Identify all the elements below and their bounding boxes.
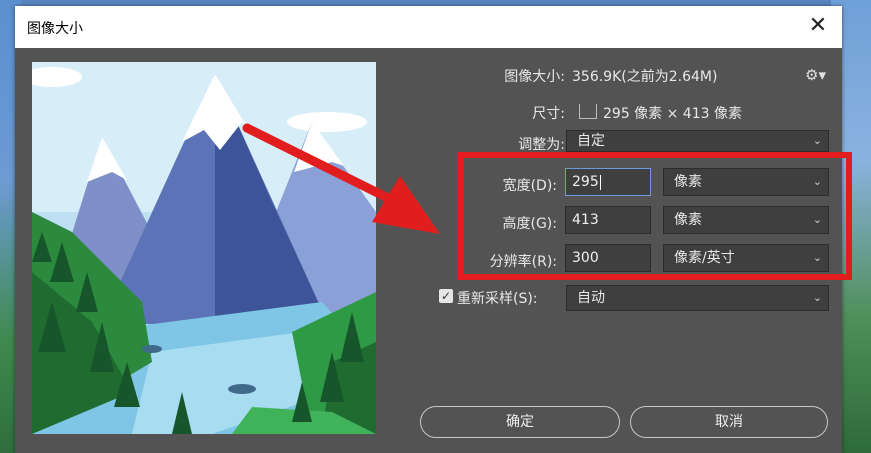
- annotation-arrow: [242, 123, 440, 234]
- arrow-head: [372, 176, 440, 234]
- arrow-shaft: [242, 123, 403, 208]
